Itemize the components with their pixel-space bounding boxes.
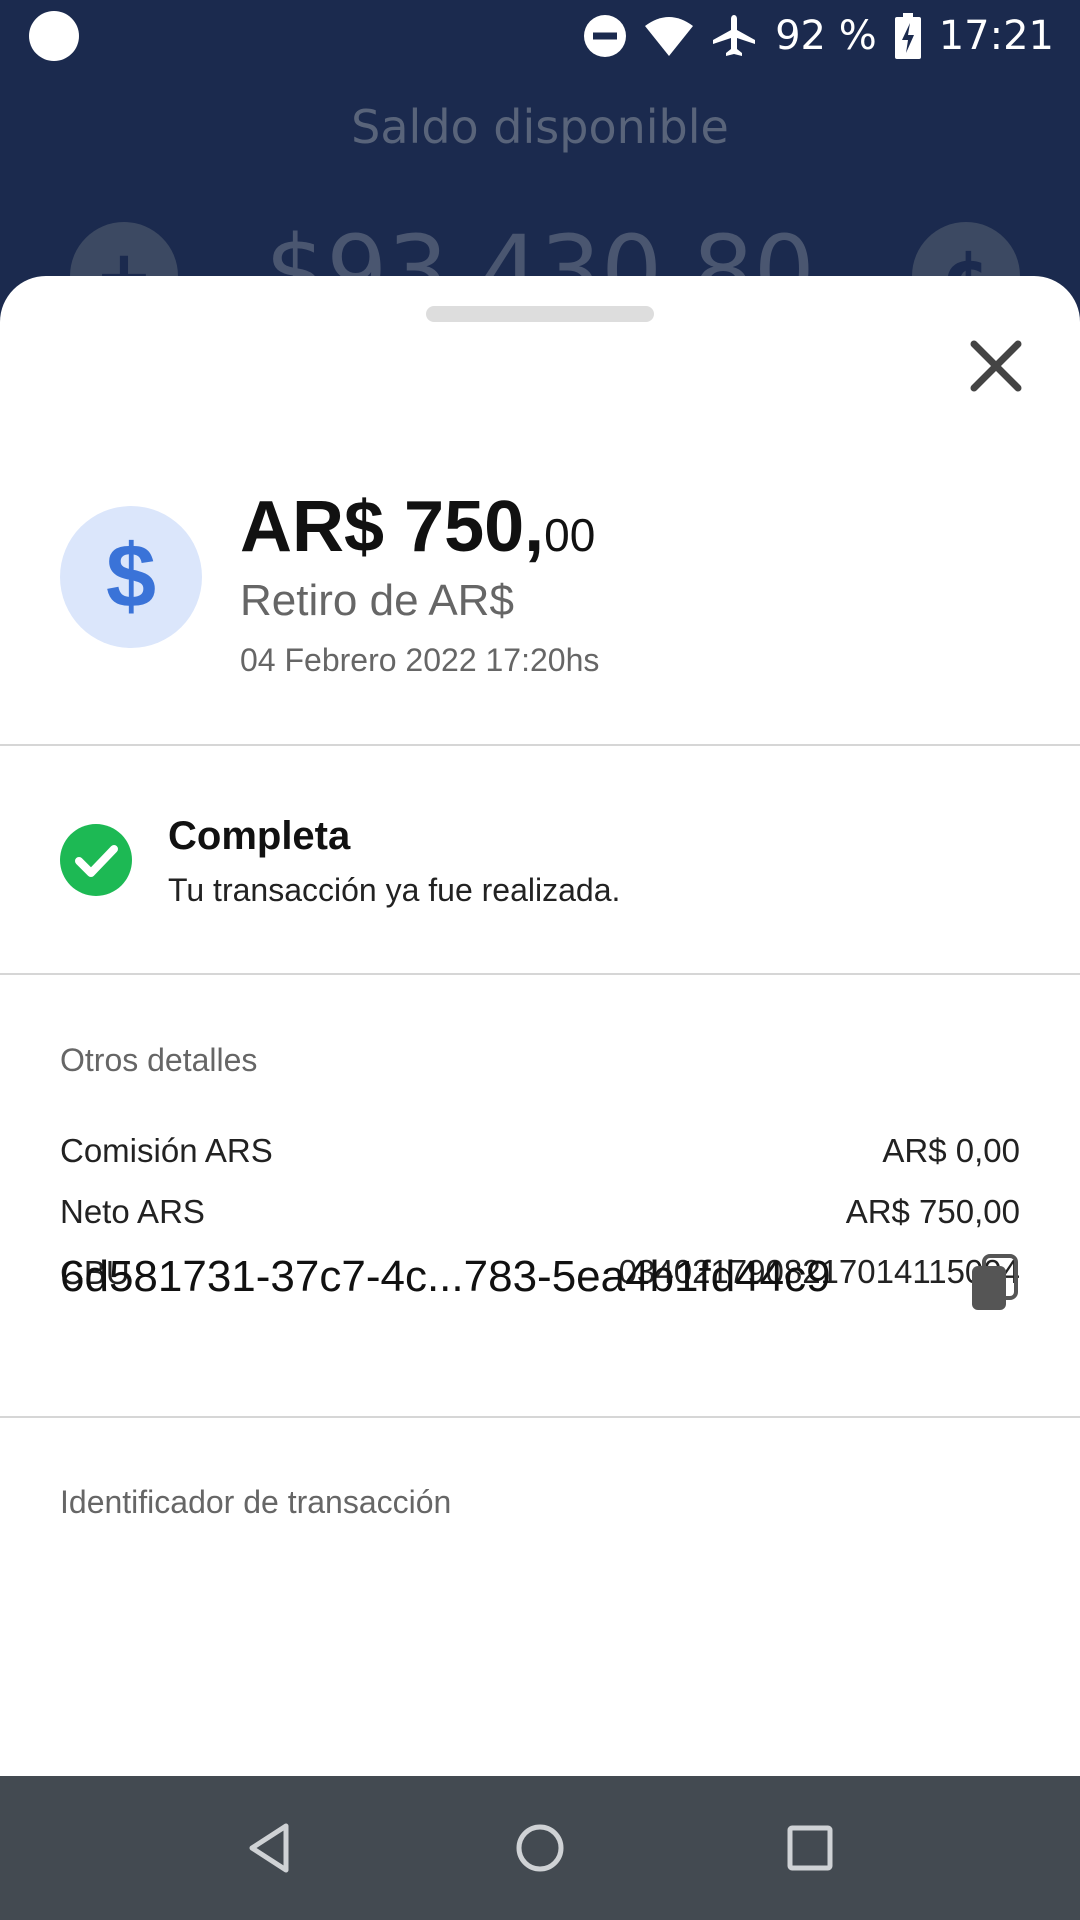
transaction-id-label: Identificador de transacción bbox=[60, 1484, 452, 1520]
transaction-detail-sheet: $ AR$ 750,00 Retiro de AR$ 04 Febrero 20… bbox=[0, 276, 1080, 1776]
close-icon[interactable] bbox=[958, 328, 1034, 404]
transaction-date: 04 Febrero 2022 17:20hs bbox=[240, 642, 600, 678]
available-balance-label: Saldo disponible bbox=[351, 100, 729, 154]
amount-integer: AR$ 750, bbox=[240, 487, 545, 567]
notification-dot-icon bbox=[29, 11, 79, 61]
transaction-id-value: 6d581731-37c7-4c...783-5ea4b1fd44c9 bbox=[60, 1252, 831, 1301]
status-title: Completa bbox=[168, 814, 351, 858]
back-icon[interactable] bbox=[234, 1812, 306, 1884]
copy-icon[interactable] bbox=[970, 1254, 1020, 1312]
battery-percent: 92 % bbox=[775, 13, 877, 59]
status-bar: 92 % 17:21 bbox=[0, 0, 1080, 72]
navigation-bar bbox=[0, 1776, 1080, 1920]
drag-handle[interactable] bbox=[426, 306, 654, 322]
detail-label: Neto ARS bbox=[60, 1193, 205, 1230]
detail-value: AR$ 750,00 bbox=[845, 1193, 1020, 1230]
transaction-type: Retiro de AR$ bbox=[240, 576, 514, 625]
check-circle-icon bbox=[60, 824, 132, 896]
do-not-disturb-icon bbox=[584, 15, 627, 57]
clock: 17:21 bbox=[938, 13, 1054, 59]
amount-decimals: 00 bbox=[544, 509, 596, 561]
divider bbox=[0, 973, 1080, 975]
wifi-icon bbox=[645, 17, 694, 56]
divider bbox=[0, 744, 1080, 746]
screen: Saldo disponible $93.430,80 + ¢ 92 % bbox=[0, 0, 1080, 1920]
dollar-icon: $ bbox=[60, 506, 202, 648]
status-icons: 92 % 17:21 bbox=[583, 0, 1054, 72]
status-description: Tu transacción ya fue realizada. bbox=[168, 872, 621, 908]
detail-label: Comisión ARS bbox=[60, 1132, 273, 1169]
detail-value: AR$ 0,00 bbox=[882, 1132, 1020, 1169]
recents-icon[interactable] bbox=[774, 1812, 846, 1884]
transaction-amount: AR$ 750,00 bbox=[240, 486, 595, 568]
other-details-title: Otros detalles bbox=[60, 1042, 258, 1078]
home-icon[interactable] bbox=[504, 1812, 576, 1884]
divider bbox=[0, 1416, 1080, 1418]
battery-charging-icon bbox=[894, 13, 921, 59]
airplane-icon bbox=[713, 15, 756, 56]
